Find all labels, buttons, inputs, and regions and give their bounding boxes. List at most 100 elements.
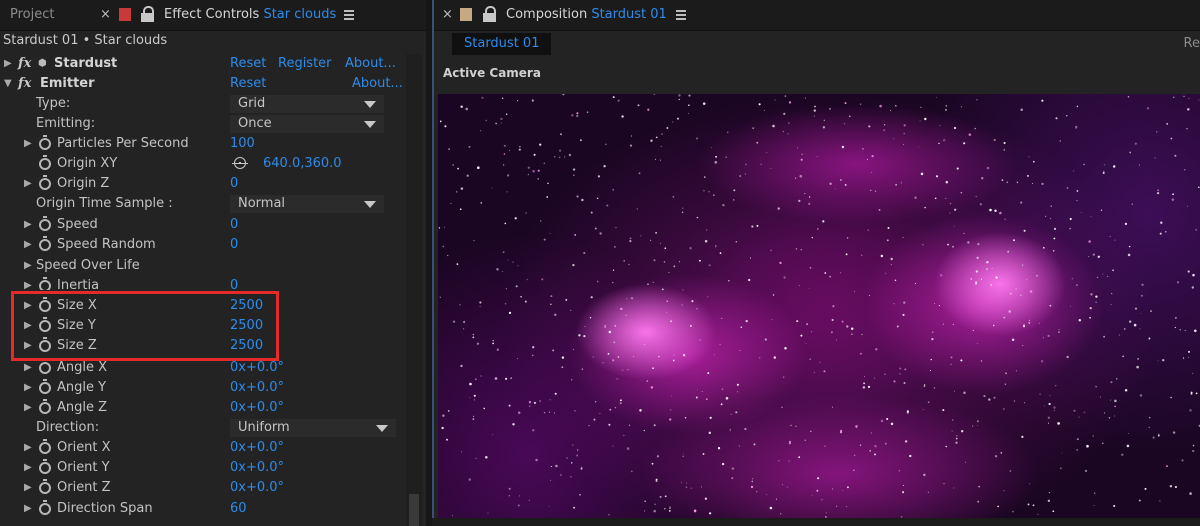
fx-icon[interactable]: fx bbox=[18, 74, 31, 94]
twirl-right-icon[interactable]: ▶ bbox=[24, 478, 32, 498]
twirl-right-icon[interactable]: ▶ bbox=[24, 358, 32, 378]
stopwatch-icon[interactable] bbox=[39, 459, 51, 474]
panel-menu-icon[interactable] bbox=[344, 10, 354, 20]
stopwatch-icon[interactable] bbox=[39, 236, 51, 251]
about-link[interactable]: About... bbox=[345, 54, 396, 74]
chevron-down-icon bbox=[364, 121, 376, 128]
tab-project[interactable]: Project bbox=[10, 0, 54, 30]
property-angle-y: ▶ Angle Y 0x+0.0° bbox=[0, 378, 408, 398]
dropdown-value: Grid bbox=[238, 96, 266, 111]
register-link[interactable]: Register bbox=[278, 54, 332, 74]
effect-row-emitter[interactable]: ▼ fx Emitter Reset About... bbox=[0, 74, 408, 94]
property-value[interactable]: 60 bbox=[230, 499, 247, 519]
property-orient-y: ▶ Orient Y 0x+0.0° bbox=[0, 458, 408, 478]
property-value[interactable]: 0x+0.0° bbox=[230, 438, 284, 458]
reset-link[interactable]: Reset bbox=[230, 74, 266, 94]
dropdown-value: Normal bbox=[238, 196, 286, 211]
size-highlight-box bbox=[11, 291, 279, 361]
property-type: Type: Grid bbox=[0, 94, 408, 114]
property-label: Origin Z bbox=[57, 176, 110, 191]
close-tab-icon[interactable]: × bbox=[442, 0, 453, 30]
tab-composition-label: Composition bbox=[506, 7, 588, 22]
property-label: Direction: bbox=[36, 420, 100, 435]
tab-effect-controls[interactable]: Effect Controls Star clouds bbox=[164, 0, 336, 30]
property-label: Speed Random bbox=[57, 237, 156, 252]
twirl-right-icon[interactable]: ▶ bbox=[24, 276, 32, 290]
twirl-right-icon[interactable]: ▶ bbox=[24, 174, 32, 194]
origin-time-sample-dropdown[interactable]: Normal bbox=[230, 195, 384, 213]
stopwatch-icon[interactable] bbox=[39, 175, 51, 190]
label-color-swatch[interactable] bbox=[460, 8, 472, 21]
stopwatch-icon[interactable] bbox=[39, 359, 51, 374]
property-value[interactable]: 640.0,360.0 bbox=[263, 154, 342, 174]
fx-icon[interactable]: fx bbox=[18, 54, 31, 74]
stopwatch-icon[interactable] bbox=[39, 379, 51, 394]
reset-link[interactable]: Reset bbox=[230, 54, 266, 74]
left-tab-bar: Project × Effect Controls Star clouds bbox=[0, 0, 426, 31]
property-label: Inertia bbox=[57, 278, 100, 290]
stopwatch-icon[interactable] bbox=[39, 155, 51, 170]
property-value[interactable]: 0 bbox=[230, 235, 238, 255]
scrollbar-thumb[interactable] bbox=[409, 494, 419, 526]
property-orient-z: ▶ Orient Z 0x+0.0° bbox=[0, 478, 408, 498]
twirl-right-icon[interactable]: ▶ bbox=[24, 134, 32, 154]
stopwatch-icon[interactable] bbox=[39, 135, 51, 150]
crosshair-target-icon[interactable] bbox=[232, 157, 248, 169]
stopwatch-icon[interactable] bbox=[39, 216, 51, 231]
property-value[interactable]: 0x+0.0° bbox=[230, 358, 284, 378]
vertical-scrollbar[interactable] bbox=[406, 54, 422, 526]
property-value[interactable]: 0x+0.0° bbox=[230, 478, 284, 498]
effect-row-stardust[interactable]: ▶ fx ⬢ Stardust Reset Register About... bbox=[0, 54, 408, 74]
twirl-right-icon[interactable]: ▶ bbox=[24, 499, 32, 519]
stopwatch-icon[interactable] bbox=[39, 399, 51, 414]
twirl-right-icon[interactable]: ▶ bbox=[24, 438, 32, 458]
truncated-label: Re bbox=[1183, 36, 1200, 51]
close-tab-icon[interactable]: × bbox=[100, 0, 111, 30]
twirl-right-icon[interactable]: ▶ bbox=[24, 458, 32, 478]
twirl-right-icon[interactable]: ▶ bbox=[24, 398, 32, 418]
twirl-right-icon[interactable]: ▶ bbox=[24, 235, 32, 255]
lock-icon[interactable] bbox=[141, 6, 155, 22]
property-label: Origin XY bbox=[57, 156, 118, 171]
twirl-down-icon[interactable]: ▼ bbox=[4, 74, 12, 94]
stopwatch-icon[interactable] bbox=[39, 439, 51, 454]
property-particles-per-second: ▶ Particles Per Second 100 bbox=[0, 134, 408, 154]
property-value[interactable]: 0x+0.0° bbox=[230, 378, 284, 398]
breadcrumb: Stardust 01 • Star clouds bbox=[3, 33, 168, 48]
property-value[interactable]: 0x+0.0° bbox=[230, 458, 284, 478]
property-angle-x: ▶ Angle X 0x+0.0° bbox=[0, 358, 408, 378]
label-color-swatch[interactable] bbox=[119, 8, 131, 21]
property-label: Speed Over Life bbox=[36, 258, 140, 273]
lock-icon[interactable] bbox=[483, 6, 497, 22]
tab-composition[interactable]: Composition Stardust 01 bbox=[506, 0, 667, 30]
star-particles bbox=[438, 94, 1200, 518]
property-value[interactable]: 100 bbox=[230, 134, 255, 154]
composition-subtab[interactable]: Stardust 01 bbox=[452, 33, 552, 55]
stopwatch-icon[interactable] bbox=[39, 500, 51, 515]
twirl-right-icon[interactable]: ▶ bbox=[24, 256, 32, 276]
property-direction: Direction: Uniform bbox=[0, 418, 408, 438]
about-link[interactable]: About... bbox=[352, 74, 403, 94]
property-orient-x: ▶ Orient X 0x+0.0° bbox=[0, 438, 408, 458]
property-value[interactable]: 0 bbox=[230, 174, 238, 194]
property-inertia: ▶ Inertia 0 bbox=[0, 276, 408, 290]
stopwatch-icon[interactable] bbox=[39, 277, 51, 290]
twirl-right-icon[interactable]: ▶ bbox=[24, 378, 32, 398]
property-value[interactable]: 0 bbox=[230, 276, 238, 290]
active-camera-label: Active Camera bbox=[443, 66, 541, 80]
composition-viewer[interactable] bbox=[438, 94, 1200, 518]
emitting-dropdown[interactable]: Once bbox=[230, 115, 384, 133]
stopwatch-icon[interactable] bbox=[39, 479, 51, 494]
twirl-right-icon[interactable]: ▶ bbox=[24, 215, 32, 235]
property-value[interactable]: 0 bbox=[230, 215, 238, 235]
property-value[interactable]: 0x+0.0° bbox=[230, 398, 284, 418]
effect-name: Stardust bbox=[54, 56, 118, 71]
property-label: Orient Z bbox=[57, 480, 111, 495]
chevron-down-icon bbox=[376, 425, 388, 432]
twirl-right-icon[interactable]: ▶ bbox=[4, 54, 12, 74]
type-dropdown[interactable]: Grid bbox=[230, 95, 384, 113]
panel-menu-icon[interactable] bbox=[676, 10, 686, 20]
direction-dropdown[interactable]: Uniform bbox=[230, 419, 396, 437]
property-label: Orient X bbox=[57, 440, 111, 455]
chevron-down-icon bbox=[364, 101, 376, 108]
